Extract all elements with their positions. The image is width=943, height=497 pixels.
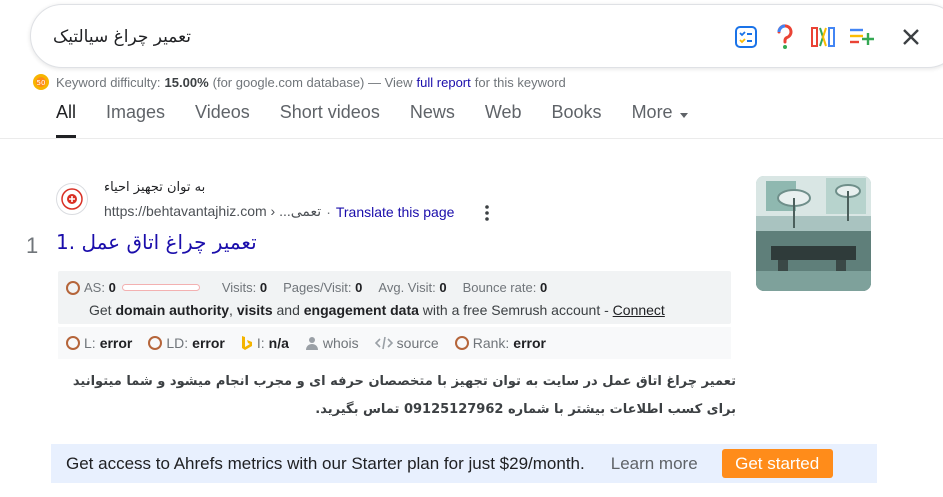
whois-link[interactable]: whois [305,335,359,351]
add-list-icon[interactable] [848,24,874,50]
authority-score-bar [121,284,200,291]
full-report-link[interactable]: full report [417,75,471,90]
avg-label: Avg. Visit: [378,280,436,295]
person-icon [305,336,319,350]
source-link[interactable]: source [374,335,439,351]
visits-value: 0 [259,280,268,295]
keyword-difficulty: 50 Keyword difficulty: 15.00% (for googl… [32,73,566,91]
rank-value: error [513,335,546,351]
l-value: error [99,335,133,351]
search-tabs: All Images Videos Short videos News Web … [56,98,718,138]
cta-engagement: engagement data [303,302,419,318]
metric-ld[interactable]: LD: error [148,335,225,351]
as-label: AS: [84,280,105,295]
pages-label: Pages/Visit: [283,280,352,295]
avg-value: 0 [439,280,447,295]
result-title-link[interactable]: 1. تعمیر چراغ اتاق عمل [56,230,257,254]
source-label: source [396,335,439,351]
more-options-icon[interactable] [478,204,496,222]
tab-books[interactable]: Books [552,98,602,138]
url-separator: · [326,203,331,220]
metric-l[interactable]: L: error [66,335,132,351]
i-value: n/a [268,335,289,351]
l-label: L: [84,335,96,351]
caret-down-icon [679,113,688,118]
i-label: I: [256,335,265,351]
tab-all[interactable]: All [56,98,77,138]
result-thumbnail[interactable] [756,176,871,291]
seo-metrics-bar: L: error LD: error I: n/a whois source Rank… [58,327,731,359]
metric-rank[interactable]: Rank: error [454,335,546,351]
tab-web[interactable]: Web [485,98,522,138]
ahrefs-promo-text: Get access to Ahrefs metrics with our St… [66,453,585,473]
tab-more[interactable]: More [632,98,688,138]
site-url[interactable]: https://behtavantajhiz.com › ...تعمی [104,203,321,220]
kd-suffix: (for google.com database) — View [212,74,413,90]
connect-link[interactable]: Connect [613,302,665,318]
result-rank: 1 [26,233,39,258]
learn-more-link[interactable]: Learn more [611,454,698,474]
as-circle-icon [66,280,80,295]
tab-images[interactable]: Images [106,98,165,138]
site-name[interactable]: به توان تجهیز احیاء [104,180,205,195]
metric-i[interactable]: I: n/a [241,335,289,351]
cta-visits: visits [236,302,273,318]
semrush-panel: AS: 0 Visits: 0 Pages/Visit: 0 Avg. Visi… [58,271,731,324]
search-input[interactable] [53,23,693,51]
clear-search-icon[interactable] [897,23,925,51]
visits-label: Visits: [221,280,257,295]
as-value: 0 [108,280,116,295]
ld-value: error [192,335,225,351]
kd-label: Keyword difficulty: [56,74,161,90]
get-started-button[interactable]: Get started [721,449,833,478]
compare-icon[interactable] [810,24,836,50]
tab-short-videos[interactable]: Short videos [280,98,380,138]
bounce-value: 0 [539,280,548,295]
cta-domain-authority: domain authority [115,302,230,318]
tab-news[interactable]: News [410,98,455,138]
checklist-icon[interactable] [733,24,759,50]
ld-label: LD: [166,335,189,351]
result-snippet: تعمیر چراغ اتاق عمل در سایت به توان تجهی… [72,374,736,417]
cta-and: and [276,302,300,318]
l-circle-icon [66,336,80,350]
pages-value: 0 [355,280,363,295]
svg-text:50: 50 [37,79,46,87]
semrush-badge-icon: 50 [33,74,49,90]
cta-prefix: Get [89,302,112,318]
semrush-metrics: AS: 0 Visits: 0 Pages/Visit: 0 Avg. Visi… [66,280,547,295]
search-bar[interactable] [30,4,943,68]
bounce-label: Bounce rate: [462,280,537,295]
bing-icon [241,335,253,351]
site-url-row: https://behtavantajhiz.com › ...تعمی · T… [104,203,454,220]
cta-suffix: with a free Semrush account - [422,302,609,318]
cta-comma: , [229,302,233,318]
question-icon[interactable] [772,24,798,50]
tabs-divider [0,138,943,139]
ld-circle-icon [148,336,163,350]
tab-videos[interactable]: Videos [195,98,250,138]
tab-more-label: More [631,102,673,122]
kd-value: 15.00% [164,74,209,90]
semrush-cta: Get domain authority, visits and engagem… [89,302,665,318]
rank-circle-icon [454,336,469,350]
rank-label: Rank: [472,335,510,351]
whois-label: whois [322,335,359,351]
code-icon [374,336,393,350]
site-favicon[interactable] [56,183,88,215]
kd-tail: for this keyword [474,74,566,90]
ahrefs-banner: Get access to Ahrefs metrics with our St… [51,444,877,483]
translate-link[interactable]: Translate this page [336,204,455,220]
